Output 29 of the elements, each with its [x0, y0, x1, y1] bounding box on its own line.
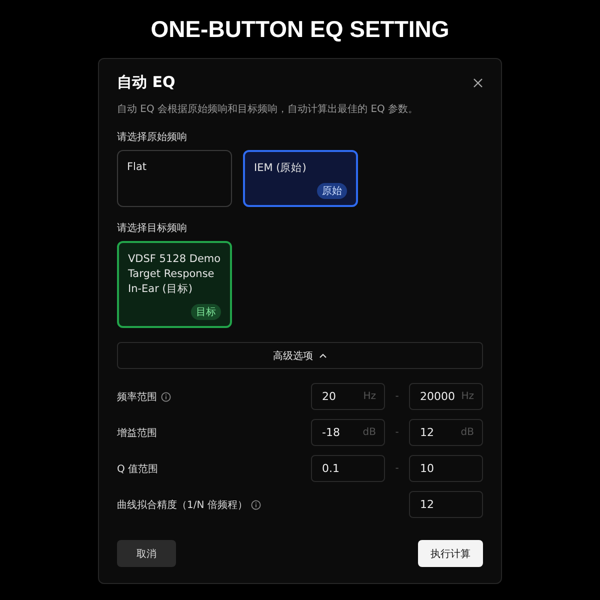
section-label: 请选择原始频响: [117, 130, 188, 144]
number-field[interactable]: -18 dB: [311, 419, 385, 446]
number-field[interactable]: 10: [409, 455, 483, 482]
number-field[interactable]: 0.1: [311, 455, 385, 482]
number-field[interactable]: 12 dB: [409, 419, 483, 446]
tag: 原始: [317, 183, 347, 199]
range-separator: -: [394, 391, 400, 402]
close-icon[interactable]: [473, 78, 483, 88]
run-button[interactable]: 执行计算: [418, 540, 483, 567]
cancel-button[interactable]: 取消: [117, 540, 176, 567]
dialog-title: 自动 EQ: [117, 73, 176, 92]
description: 自动 EQ 会根据原始频响和目标频响，自动计算出最佳的 EQ 参数。: [117, 102, 420, 116]
option-card[interactable]: VDSF 5128 Demo Target Response In-Ear (目标) 目标: [117, 241, 232, 328]
row-label: 频率范围: [117, 390, 157, 404]
row-label: Q 值范围: [117, 462, 158, 476]
chevron-up-icon: [319, 353, 327, 358]
advanced-options-button[interactable]: 高级选项: [117, 342, 483, 369]
range-separator: -: [394, 463, 400, 474]
section-label: 请选择目标频响: [117, 222, 188, 235]
option-card[interactable]: Flat: [117, 150, 232, 207]
row-label: 增益范围: [117, 426, 157, 440]
option-card[interactable]: IEM (原始) 原始: [243, 150, 358, 207]
row-label: 曲线拟合精度（1/N 倍频程）: [117, 498, 248, 512]
number-field[interactable]: 12: [409, 491, 483, 518]
number-field[interactable]: 20 Hz: [311, 383, 385, 410]
tag: 目标: [191, 304, 221, 320]
number-field[interactable]: 20000 Hz: [409, 383, 483, 410]
banner-title: ONE-BUTTON EQ SETTING: [150, 16, 450, 42]
range-separator: -: [394, 427, 400, 438]
